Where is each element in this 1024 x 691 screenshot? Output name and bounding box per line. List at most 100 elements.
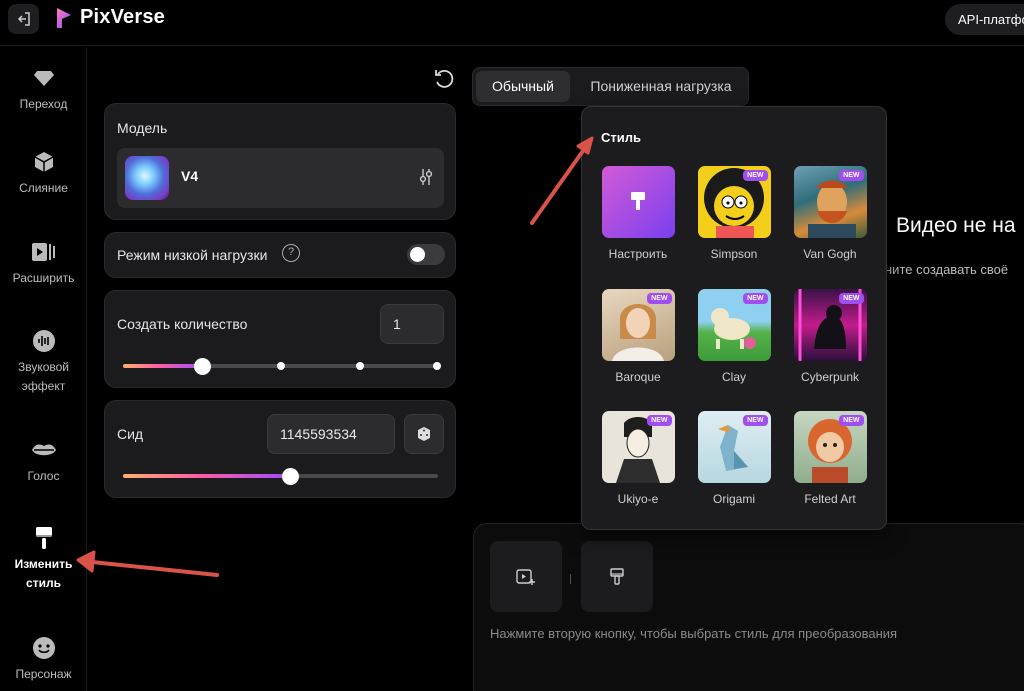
load-mode-tabs: Обычный Пониженная нагрузка xyxy=(472,67,749,106)
style-thumbnail: NEW xyxy=(697,166,771,238)
new-badge: NEW xyxy=(743,170,768,181)
app-name: PixVerse xyxy=(80,6,166,28)
video-upload-icon xyxy=(516,568,535,585)
style-option-van-gogh[interactable]: NEW Van Gogh xyxy=(792,166,868,261)
quantity-slider-step[interactable] xyxy=(356,362,364,370)
seed-slider-thumb[interactable] xyxy=(282,467,299,485)
quantity-slider-step[interactable] xyxy=(277,362,285,370)
style-popup: Стиль Настроить NEW Simpson NEW Van Gogh… xyxy=(581,106,887,530)
low-load-toggle[interactable] xyxy=(407,244,445,265)
low-load-card: Режим низкой нагрузки ? xyxy=(104,232,456,278)
style-name: Cyberpunk xyxy=(800,370,860,384)
sidebar-item-label: Персонаж xyxy=(15,667,72,681)
video-extend-icon xyxy=(31,239,57,265)
paint-brush-icon xyxy=(630,192,645,210)
sidebar-item-label-line1: Изменить xyxy=(14,557,73,571)
sidebar-item-change-style[interactable]: Изменить стиль xyxy=(0,525,87,593)
model-card: Модель V4 xyxy=(104,103,456,220)
sidebar-item-label: Переход xyxy=(19,97,68,111)
quantity-label: Создать количество xyxy=(117,316,248,332)
style-thumbnail xyxy=(601,166,675,238)
new-badge: NEW xyxy=(743,293,768,304)
quantity-slider-fill xyxy=(123,364,202,368)
style-option-customize[interactable]: Настроить xyxy=(600,166,676,261)
tab-normal[interactable]: Обычный xyxy=(476,71,570,102)
sidebar-item-extend[interactable]: Расширить xyxy=(0,239,87,288)
sidebar-item-sound-effect[interactable]: Звуковой эффект xyxy=(0,328,87,396)
style-option-origami[interactable]: NEW Origami xyxy=(696,411,772,506)
tab-reduced-load[interactable]: Пониженная нагрузка xyxy=(579,71,743,102)
dice-icon xyxy=(418,427,430,441)
settings-sliders-icon[interactable] xyxy=(418,168,434,186)
style-name: Felted Art xyxy=(804,492,856,506)
sidebar-item-character[interactable]: Персонаж xyxy=(0,635,87,684)
style-thumbnail: NEW xyxy=(601,411,675,483)
annotation-arrow-to-change-style xyxy=(76,550,219,577)
style-name: Ukiyo-e xyxy=(617,492,659,506)
new-badge: NEW xyxy=(839,293,864,304)
seed-slider[interactable] xyxy=(123,467,438,485)
quantity-card: Создать количество 1 xyxy=(104,290,456,388)
model-label: Модель xyxy=(117,120,168,136)
style-name: Настроить xyxy=(608,247,668,261)
seed-slider-fill xyxy=(123,474,290,478)
style-thumbnail: NEW xyxy=(793,289,867,361)
style-option-clay[interactable]: NEW Clay xyxy=(696,289,772,384)
select-style-button[interactable] xyxy=(581,541,653,612)
upload-video-button[interactable] xyxy=(490,541,562,612)
style-option-ukiyo-e[interactable]: NEW Ukiyo-e xyxy=(600,411,676,506)
paint-brush-icon xyxy=(610,567,624,585)
sidebar-item-label-line1: Звуковой xyxy=(17,360,70,374)
sidebar-item-merge[interactable]: Слияние xyxy=(0,149,87,198)
left-sidebar: Переход Слияние Расширить Звуковой эффек… xyxy=(0,47,87,691)
divider xyxy=(570,574,571,584)
empty-state-title: Видео не на xyxy=(896,214,1016,237)
sidebar-item-label: Слияние xyxy=(19,181,68,195)
new-badge: NEW xyxy=(647,415,672,426)
seed-card: Сид 1145593534 xyxy=(104,400,456,498)
quantity-slider-thumb[interactable] xyxy=(194,357,211,375)
style-thumbnail: NEW xyxy=(697,411,771,483)
sidebar-item-transition[interactable]: Переход xyxy=(0,65,87,114)
style-hint-text: Нажмите вторую кнопку, чтобы выбрать сти… xyxy=(490,626,898,641)
style-thumbnail: NEW xyxy=(601,289,675,361)
back-button[interactable] xyxy=(8,4,39,34)
smile-icon xyxy=(31,635,57,661)
sidebar-item-label-line2: эффект xyxy=(21,379,66,393)
app-logo[interactable]: PixVerse xyxy=(56,6,165,29)
model-name: V4 xyxy=(181,168,199,184)
new-badge: NEW xyxy=(647,293,672,304)
input-panel: Нажмите вторую кнопку, чтобы выбрать сти… xyxy=(473,523,1024,691)
style-option-simpson[interactable]: NEW Simpson xyxy=(696,166,772,261)
style-option-felted-art[interactable]: NEW Felted Art xyxy=(792,411,868,506)
help-icon[interactable]: ? xyxy=(282,244,300,262)
paint-brush-icon xyxy=(31,525,57,551)
quantity-slider-step[interactable] xyxy=(433,362,441,370)
quantity-slider[interactable] xyxy=(123,357,441,375)
style-option-cyberpunk[interactable]: NEW Cyberpunk xyxy=(792,289,868,384)
toggle-knob xyxy=(410,247,425,262)
sidebar-item-label: Голос xyxy=(27,469,60,483)
exit-icon xyxy=(17,12,30,26)
api-platform-button[interactable]: API-платформа xyxy=(945,4,1024,35)
style-option-baroque[interactable]: NEW Baroque xyxy=(600,289,676,384)
style-name: Clay xyxy=(721,370,746,384)
model-thumbnail xyxy=(125,156,169,200)
style-name: Van Gogh xyxy=(803,247,857,261)
seed-input[interactable]: 1145593534 xyxy=(267,414,395,454)
model-selector[interactable]: V4 xyxy=(117,148,444,208)
new-badge: NEW xyxy=(743,415,768,426)
style-thumbnail: NEW xyxy=(793,166,867,238)
top-bar: PixVerse API-платформа xyxy=(0,0,1024,46)
style-name: Origami xyxy=(712,492,755,506)
sidebar-item-voice[interactable]: Голос xyxy=(0,437,87,486)
style-popup-title: Стиль xyxy=(601,130,641,145)
style-thumbnail: NEW xyxy=(793,411,867,483)
style-thumbnail: NEW xyxy=(697,289,771,361)
random-seed-button[interactable] xyxy=(404,414,444,454)
reset-icon[interactable] xyxy=(433,68,455,90)
quantity-input[interactable]: 1 xyxy=(380,304,444,344)
new-badge: NEW xyxy=(839,415,864,426)
pixverse-logo-icon xyxy=(57,7,71,28)
sidebar-item-label: Расширить xyxy=(12,271,75,285)
